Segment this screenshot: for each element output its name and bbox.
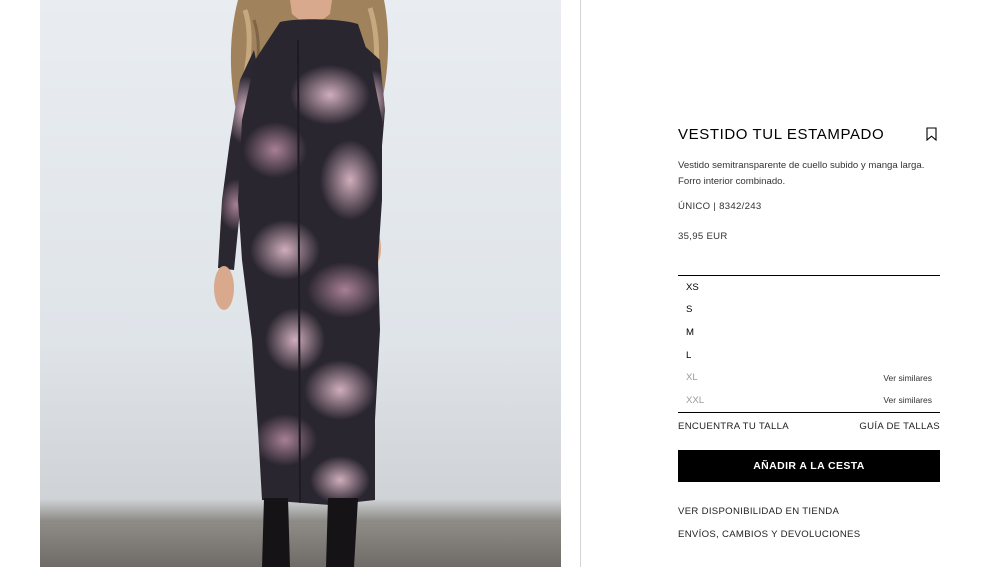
shipping-returns-link[interactable]: ENVÍOS, CAMBIOS Y DEVOLUCIONES (678, 529, 860, 540)
bookmark-icon[interactable] (926, 127, 937, 141)
size-label: XS (686, 281, 699, 293)
see-similar-link[interactable]: Ver similares (883, 373, 932, 383)
size-option-xs[interactable]: XS (678, 276, 940, 299)
boots (262, 498, 290, 567)
size-label: XL (686, 372, 698, 384)
size-selector: XS S M L XL Ver similares XXL Ver simila… (678, 275, 940, 413)
size-option-xxl[interactable]: XXL Ver similares (678, 389, 940, 412)
panel-divider (580, 0, 581, 567)
size-option-s[interactable]: S (678, 299, 940, 322)
find-your-size-link[interactable]: ENCUENTRA TU TALLA (678, 421, 789, 432)
size-option-xl[interactable]: XL Ver similares (678, 366, 940, 389)
size-label: L (686, 349, 692, 361)
product-reference: ÚNICO | 8342/243 (678, 201, 762, 212)
size-help-links: ENCUENTRA TU TALLA GUÍA DE TALLAS (678, 421, 940, 432)
product-photo[interactable] (40, 0, 561, 567)
size-label: M (686, 326, 694, 338)
model-figure (214, 0, 389, 567)
size-option-m[interactable]: M (678, 321, 940, 344)
size-guide-link[interactable]: GUÍA DE TALLAS (859, 421, 940, 432)
size-label: XXL (686, 394, 705, 406)
store-availability-link[interactable]: VER DISPONIBILIDAD EN TIENDA (678, 506, 839, 517)
see-similar-link[interactable]: Ver similares (883, 395, 932, 405)
add-to-cart-button[interactable]: AÑADIR A LA CESTA (678, 450, 940, 482)
product-price: 35,95 EUR (678, 231, 728, 242)
size-label: S (686, 304, 693, 316)
product-description: Vestido semitransparente de cuello subid… (678, 160, 925, 187)
product-title: VESTIDO TUL ESTAMPADO (678, 126, 885, 143)
size-option-l[interactable]: L (678, 344, 940, 367)
